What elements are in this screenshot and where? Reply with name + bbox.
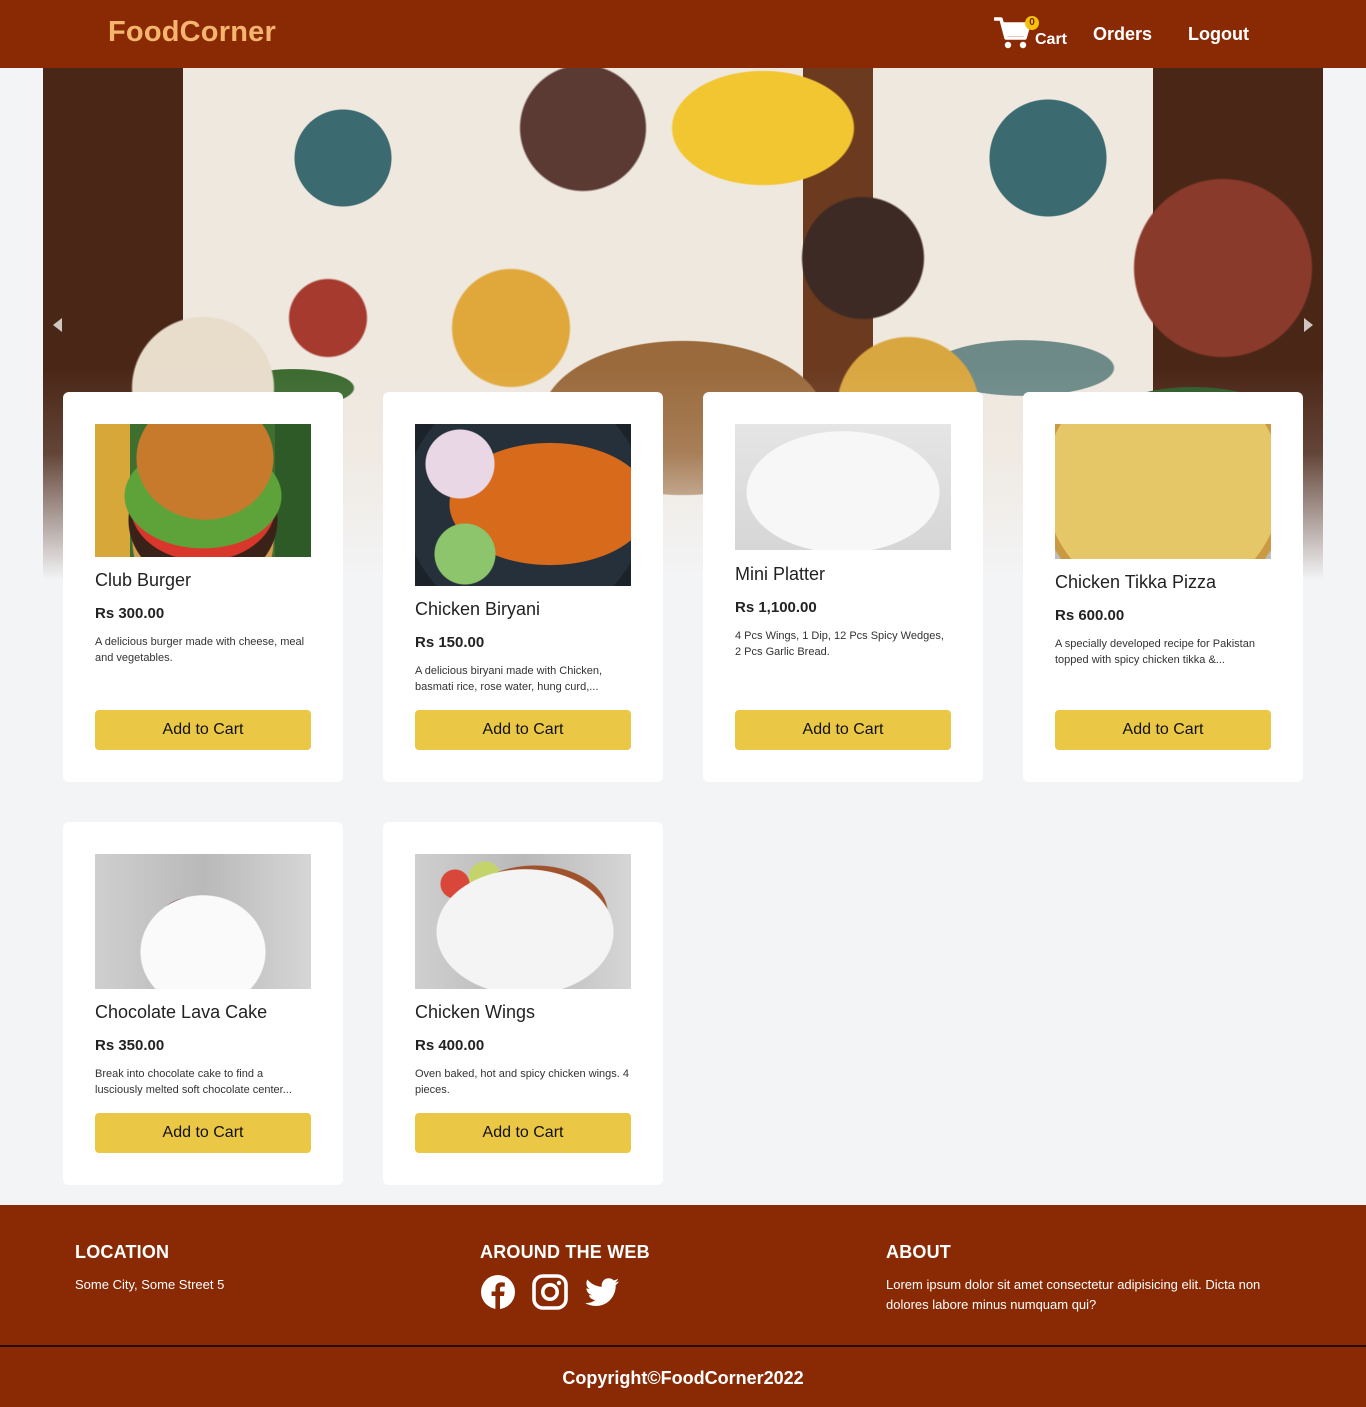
carousel-next-icon[interactable] [1304,318,1313,332]
product-image-chicken-tikka-pizza [1055,424,1271,559]
product-price: Rs 150.00 [415,634,485,651]
product-description: A specially developed recipe for Pakista… [1055,638,1255,666]
product-name: Club Burger [95,570,192,590]
product-card-chocolate-lava-cake: Chocolate Lava Cake Rs 350.00 Break into… [63,822,343,1185]
add-to-cart-button[interactable]: Add to Cart [415,710,631,750]
product-card-club-burger: Club Burger Rs 300.00 A delicious burger… [63,392,343,782]
product-description: Oven baked, hot and spicy chicken wings.… [415,1068,630,1096]
brand-logo[interactable]: FoodCorner [108,16,276,49]
product-image-chicken-biryani [415,424,631,586]
product-description: 4 Pcs Wings, 1 Dip, 12 Pcs Spicy Wedges,… [735,630,944,658]
logout-link[interactable]: Logout [1188,24,1249,45]
product-price: Rs 300.00 [95,605,165,622]
instagram-icon[interactable] [532,1274,568,1310]
add-to-cart-button[interactable]: Add to Cart [95,1113,311,1153]
facebook-icon[interactable] [480,1274,516,1310]
footer-around-the-web: AROUND THE WEB [480,1242,650,1263]
product-card-chicken-tikka-pizza: Chicken Tikka Pizza Rs 600.00 A speciall… [1023,392,1303,782]
product-card-chicken-wings: Chicken Wings Rs 400.00 Oven baked, hot … [383,822,663,1185]
product-card-chicken-biryani: Chicken Biryani Rs 150.00 A delicious bi… [383,392,663,782]
navbar: FoodCorner 0 Cart Orders Logout [0,0,1366,68]
copyright-text: Copyright©FoodCorner2022 [0,1347,1366,1407]
add-to-cart-button[interactable]: Add to Cart [415,1113,631,1153]
product-image-chicken-wings [415,854,631,989]
product-card-mini-platter: Mini Platter Rs 1,100.00 4 Pcs Wings, 1 … [703,392,983,782]
product-description: Break into chocolate cake to find a lusc… [95,1068,292,1096]
add-to-cart-button[interactable]: Add to Cart [735,710,951,750]
product-description: A delicious burger made with cheese, mea… [95,636,305,664]
product-image-chocolate-lava-cake [95,854,311,989]
product-name: Chicken Tikka Pizza [1055,572,1217,592]
add-to-cart-button[interactable]: Add to Cart [1055,710,1271,750]
footer-location: LOCATION Some City, Some Street 5 [75,1242,224,1295]
product-price: Rs 400.00 [415,1037,485,1054]
product-description: A delicious biryani made with Chicken, b… [415,665,603,693]
twitter-icon[interactable] [584,1274,620,1310]
location-heading: LOCATION [75,1242,170,1262]
about-text: Lorem ipsum dolor sit amet consectetur a… [886,1277,1261,1312]
cart-count-badge: 0 [1025,16,1039,30]
product-name: Chicken Biryani [415,599,541,619]
product-name: Mini Platter [735,564,826,584]
add-to-cart-button[interactable]: Add to Cart [95,710,311,750]
about-heading: ABOUT [886,1242,951,1262]
product-image-club-burger [95,424,311,557]
product-name: Chicken Wings [415,1002,536,1022]
carousel-prev-icon[interactable] [53,318,62,332]
footer-about: ABOUT Lorem ipsum dolor sit amet consect… [886,1242,1306,1315]
product-name: Chocolate Lava Cake [95,1002,268,1022]
cart-label: Cart [1035,31,1068,48]
product-price: Rs 350.00 [95,1037,165,1054]
product-price: Rs 600.00 [1055,607,1125,624]
cart-link[interactable]: 0 Cart [994,16,1074,52]
orders-link[interactable]: Orders [1093,24,1152,45]
footer: LOCATION Some City, Some Street 5 AROUND… [0,1205,1366,1345]
around-the-web-heading: AROUND THE WEB [480,1242,650,1262]
product-price: Rs 1,100.00 [735,599,817,616]
product-image-mini-platter [735,424,951,550]
location-text: Some City, Some Street 5 [75,1277,225,1292]
